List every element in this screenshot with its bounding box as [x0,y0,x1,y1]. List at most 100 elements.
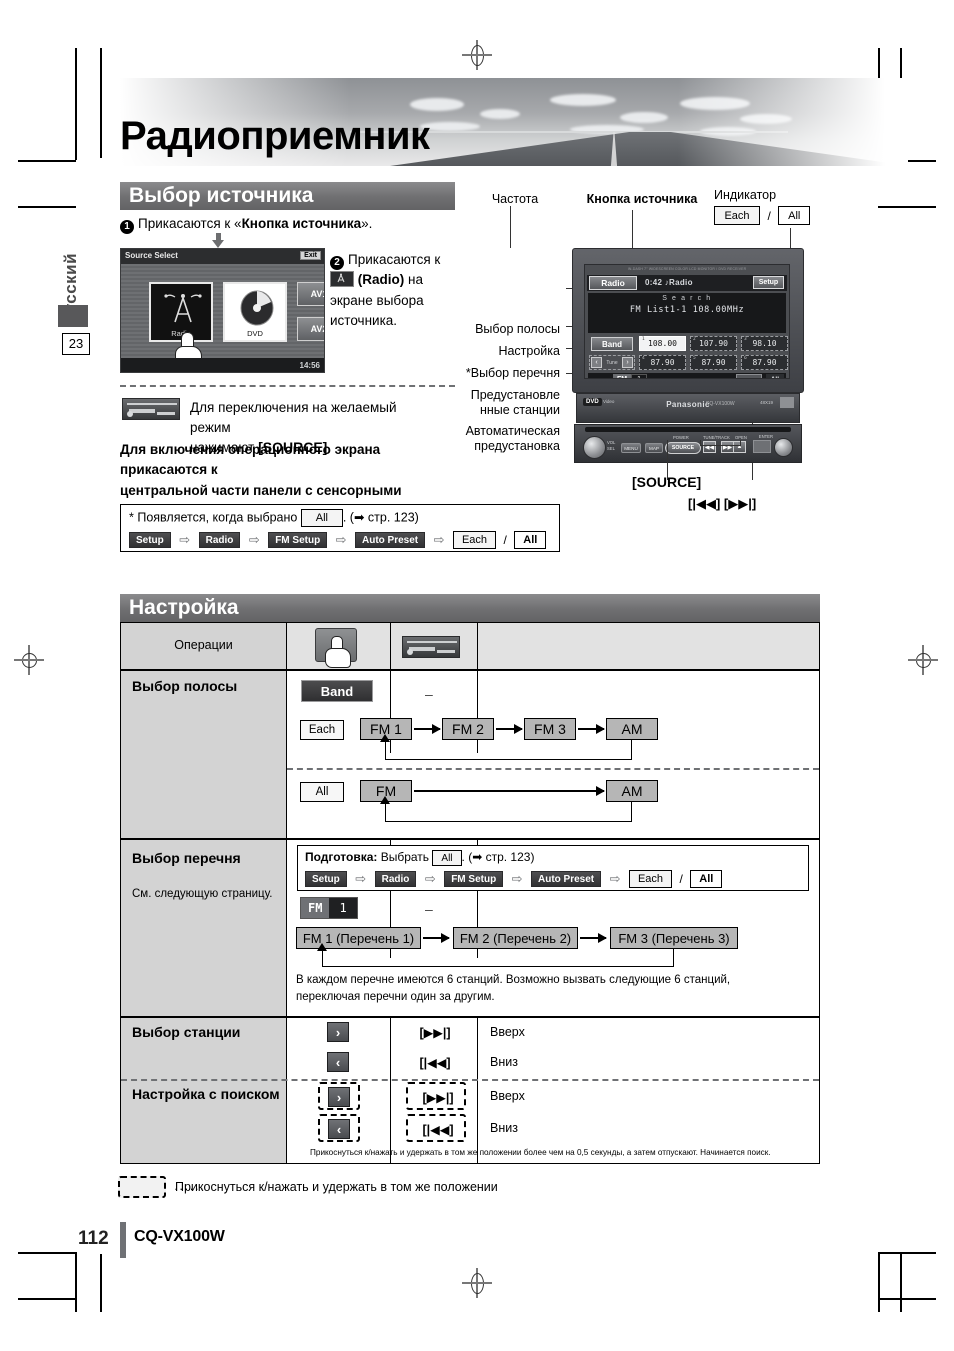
device-screen: IN-DASH 7" WIDESCREEN COLOR LCD MONITOR … [584,264,790,379]
path-chip-each[interactable]: Each [452,531,497,549]
preset-button-2[interactable]: 2 107.90 [690,336,737,351]
arrow-right-icon: ⇨ [355,871,367,886]
all-label-chip: All [300,782,344,802]
crop-mark [18,1298,76,1300]
tune-control[interactable]: ‹ Tune › [589,355,635,370]
preset-button-3[interactable]: 3 98.10 [741,336,788,351]
band-flow-fm3-label: FM 3 [534,721,566,737]
auto-preset-button[interactable]: Auto.P [735,374,762,378]
path-chip-all[interactable]: All [690,870,723,888]
list-flow-fm1: FM 1 (Перечень 1) [296,927,421,949]
crop-mark [75,1252,77,1312]
flow-arrow-icon [496,724,523,734]
preset-number-5: 5 [693,356,696,361]
path-chip-all[interactable]: All [514,531,547,549]
seek-next-key: [▶▶|] [422,1091,454,1105]
band-button-label: Band [602,339,622,349]
source-tile-dvd[interactable]: DVD [223,282,287,342]
tune-track-prev-button[interactable]: ◀◀ [703,441,716,453]
path-chip-each[interactable]: Each [628,870,673,888]
flow-loop-arrow-icon [380,796,390,804]
station-prev-key: [|◀◀] [419,1056,451,1070]
screen-clock: 14:56 [299,361,320,370]
list-flow-fm2: FM 2 (Перечень 2) [453,927,578,949]
preset-button-5[interactable]: 5 87.90 [690,355,737,370]
power-label: POWER [673,435,689,440]
seek-next-touch-button[interactable]: › [328,1087,350,1107]
flow-arrow-icon [580,933,607,943]
band-touch-chip[interactable]: Band [301,680,373,702]
flow-loop-line [385,802,632,822]
preset-button-1[interactable]: 1 108.00 [639,336,686,351]
menu-button[interactable]: MENU [621,443,641,453]
step-1-number: 1 [120,220,134,234]
footer-page-number: 112 [78,1228,109,1249]
path-chip-fm-setup[interactable]: FM Setup [268,532,328,548]
device-info-panel: S e a r c h FM List1-1 108.00MHz [588,293,786,333]
preset-button-6[interactable]: 6 87.90 [741,355,788,370]
crop-mark [75,48,77,160]
band-unit-dash: – [425,686,433,702]
source-button-av2[interactable]: AV2 [297,317,324,341]
map-button[interactable]: MAP [645,443,663,453]
cloud [410,98,464,111]
setup-button[interactable]: Setup [753,276,784,289]
fm-list-chip[interactable]: FM 1 [613,374,648,378]
flow-arrow-icon [423,933,450,943]
volume-knob[interactable] [583,436,606,459]
head-unit-slot [407,641,457,643]
device-base-panel: VOL SEL MENU MAP POWER SOURCE TUNE/TRACK… [574,424,802,463]
preset-number-2: 2 [693,337,696,342]
leader-line [700,440,701,446]
screen-titlebar: Source Select Exit [121,249,324,264]
step-2-line2: экране выбора [330,292,424,308]
page-title: Радиоприемник [120,114,430,158]
band-button[interactable]: Band [591,337,633,351]
preparation-text: Выбрать [377,850,430,865]
tune-right-button[interactable]: › [622,357,633,368]
section-header-tuning-label: Настройка [129,596,239,619]
step-2-bold: (Radio) [357,272,405,288]
tune-left-button[interactable]: ‹ [591,357,602,368]
step-1-text-bold: Кнопка источника [241,216,362,231]
enter-knob[interactable] [774,438,793,457]
band-flow-all-am-label: AM [621,783,643,799]
seek-prev-touch-button[interactable]: ‹ [328,1119,350,1139]
radio-source-button[interactable]: Radio [589,276,637,290]
exit-button[interactable]: Exit [300,251,321,260]
fade-right [678,78,908,166]
preset-button-4[interactable]: 4 87.90 [639,355,686,370]
preparation-bold: Подготовка: [305,850,378,865]
source-power-button[interactable]: SOURCE [665,442,701,454]
path-chip-auto-preset[interactable]: Auto Preset [355,532,426,548]
head-unit-icon [122,398,180,420]
path-chip-setup[interactable]: Setup [129,532,171,548]
fm-list-touch-chip[interactable]: FM 1 [300,897,358,919]
source-tile-dvd-label: DVD [247,329,263,338]
enter-label: ENTER [758,434,773,439]
preset-frequency-3: 98.10 [752,339,777,348]
arrow-right-icon: ⇨ [609,871,621,886]
seek-next-touch-wrapper[interactable]: › [318,1082,360,1110]
seek-prev-touch-wrapper[interactable]: ‹ [318,1114,360,1142]
station-next-touch-button[interactable]: › [327,1022,349,1042]
list-unit-dash: – [425,901,433,917]
preset-number-6: 6 [744,356,747,361]
station-prev-touch-button[interactable]: ‹ [327,1052,349,1072]
path-chip-fm-setup[interactable]: FM Setup [444,871,504,887]
registration-mark [908,645,938,675]
preset-frequency-4: 87.90 [650,358,675,367]
row-label-band-select: Выбор полосы [132,678,238,694]
path-chip-setup[interactable]: Setup [305,871,347,887]
source-button-av1[interactable]: AV1 [297,282,324,306]
legend-text: Прикоснуться к/нажать и удержать в том ж… [175,1180,498,1194]
row-label-list-select: Выбор перечня [132,850,241,866]
path-chip-auto-preset[interactable]: Auto Preset [531,871,602,887]
head-unit-icon [402,636,460,658]
path-chip-radio[interactable]: Radio [374,871,417,887]
callout-source-button: Кнопка источника [586,192,698,206]
path-chip-radio[interactable]: Radio [198,532,241,548]
station-prev-direction: Вниз [490,1055,518,1069]
source-select-screen: Source Select Exit Radio DVD AV1 [120,248,325,373]
flow-loop-line [385,740,632,760]
